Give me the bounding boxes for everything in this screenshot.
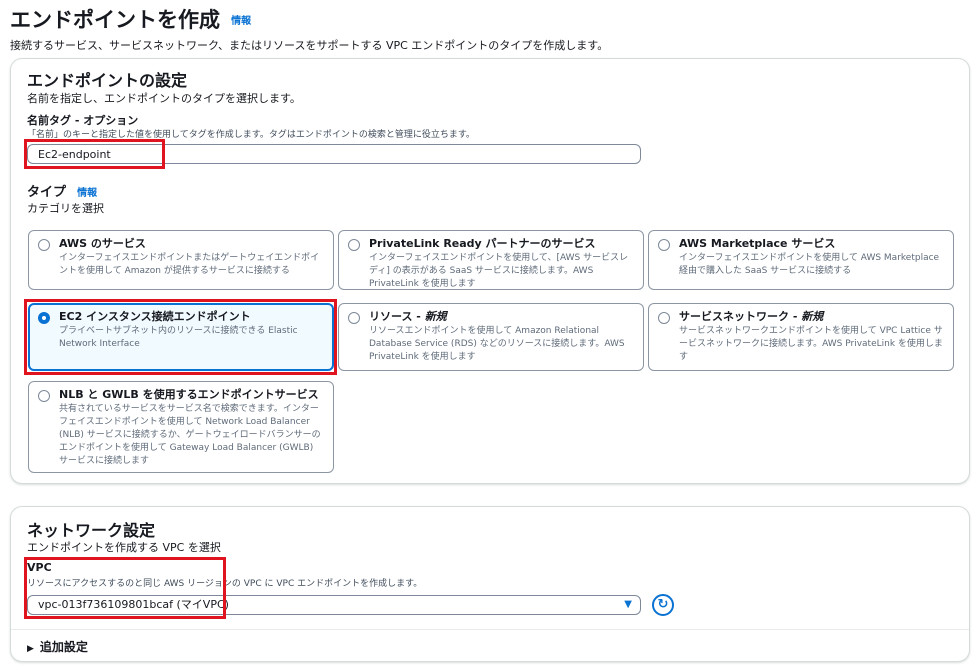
endpoint-settings-description: 名前を指定し、エンドポイントのタイプを選択します。	[27, 92, 301, 105]
option-title: サービスネットワーク - 新規	[679, 310, 824, 323]
option-title: EC2 インスタンス接続エンドポイント	[59, 310, 251, 323]
radio-selected-icon[interactable]	[38, 312, 50, 324]
option-desc: インターフェイスエンドポイントを使用して AWS Marketplace 経由で…	[679, 253, 940, 276]
type-description: カテゴリを選択	[27, 202, 104, 215]
type-option-privatelink-partner[interactable]: PrivateLink Ready パートナーのサービス インターフェイスエンド…	[338, 230, 644, 290]
info-link[interactable]: 情報	[231, 16, 251, 27]
additional-settings-expander[interactable]: ▶ 追加設定	[27, 638, 88, 655]
option-title: PrivateLink Ready パートナーのサービス	[369, 237, 596, 250]
radio-icon[interactable]	[38, 390, 50, 402]
radio-icon[interactable]	[348, 312, 360, 324]
radio-icon[interactable]	[658, 312, 670, 324]
vpc-label: VPC	[27, 561, 52, 574]
type-option-resource[interactable]: リソース - 新規 リソースエンドポイントを使用して Amazon Relati…	[338, 303, 644, 371]
option-title: NLB と GWLB を使用するエンドポイントサービス	[59, 388, 319, 401]
radio-icon[interactable]	[38, 239, 50, 251]
type-label-row: タイプ 情報	[27, 181, 97, 200]
network-settings-description: エンドポイントを作成する VPC を選択	[27, 541, 221, 554]
endpoint-settings-title: エンドポイントの設定	[27, 71, 188, 90]
vpc-description: リソースにアクセスするのと同じ AWS リージョンの VPC に VPC エンド…	[27, 579, 423, 589]
option-title: AWS Marketplace サービス	[679, 237, 836, 250]
name-tag-input[interactable]	[27, 144, 641, 164]
option-desc: 共有されているサービスをサービス名で検索できます。インターフェイスエンドポイント…	[59, 404, 321, 466]
type-info-link[interactable]: 情報	[77, 188, 97, 199]
option-desc: インターフェイスエンドポイントまたはゲートウェイエンドポイントを使用して Ama…	[59, 253, 320, 276]
type-option-ec2-instance-connect[interactable]: EC2 インスタンス接続エンドポイント プライベートサブネット内のリソースに接続…	[28, 303, 334, 371]
radio-icon[interactable]	[348, 239, 360, 251]
network-settings-title: ネットワーク設定	[27, 521, 156, 540]
option-desc: リソースエンドポイントを使用して Amazon Relational Datab…	[369, 326, 625, 362]
divider	[11, 629, 969, 630]
network-settings-panel: ネットワーク設定 エンドポイントを作成する VPC を選択 VPC リソースにア…	[10, 506, 970, 662]
option-desc: サービスネットワークエンドポイントを使用して VPC Lattice サービスネ…	[679, 326, 943, 362]
page-description: 接続するサービス、サービスネットワーク、またはリソースをサポートする VPC エ…	[10, 39, 609, 52]
type-label: タイプ	[27, 185, 67, 200]
name-tag-description: 「名前」のキーと指定した値を使用してタグを作成します。タグはエンドポイントの検索…	[27, 130, 475, 140]
option-title: リソース - 新規	[369, 310, 447, 323]
type-option-marketplace[interactable]: AWS Marketplace サービス インターフェイスエンドポイントを使用し…	[648, 230, 954, 290]
page-header: エンドポイントを作成 情報 接続するサービス、サービスネットワーク、またはリソー…	[10, 4, 970, 53]
type-option-service-network[interactable]: サービスネットワーク - 新規 サービスネットワークエンドポイントを使用して V…	[648, 303, 954, 371]
caret-down-icon: ▼	[624, 599, 632, 610]
refresh-icon[interactable]: ↻	[652, 594, 674, 616]
option-desc: インターフェイスエンドポイントを使用して、[AWS サービスレディ] の表示があ…	[369, 253, 629, 289]
type-option-aws-service[interactable]: AWS のサービス インターフェイスエンドポイントまたはゲートウェイエンドポイン…	[28, 230, 334, 290]
vpc-selected-value: vpc-013f736109801bcaf (マイVPC)	[38, 598, 229, 611]
endpoint-settings-panel: エンドポイントの設定 名前を指定し、エンドポイントのタイプを選択します。 名前タ…	[10, 58, 970, 484]
vpc-select[interactable]: vpc-013f736109801bcaf (マイVPC) ▼	[27, 595, 641, 615]
page-title: エンドポイントを作成	[10, 8, 220, 32]
radio-icon[interactable]	[658, 239, 670, 251]
option-desc: プライベートサブネット内のリソースに接続できる Elastic Network …	[59, 326, 298, 349]
type-option-nlb-gwlb[interactable]: NLB と GWLB を使用するエンドポイントサービス 共有されているサービスを…	[28, 381, 334, 473]
caret-right-icon: ▶	[27, 644, 34, 654]
name-tag-label: 名前タグ - オプション	[27, 114, 139, 127]
option-title: AWS のサービス	[59, 237, 146, 250]
